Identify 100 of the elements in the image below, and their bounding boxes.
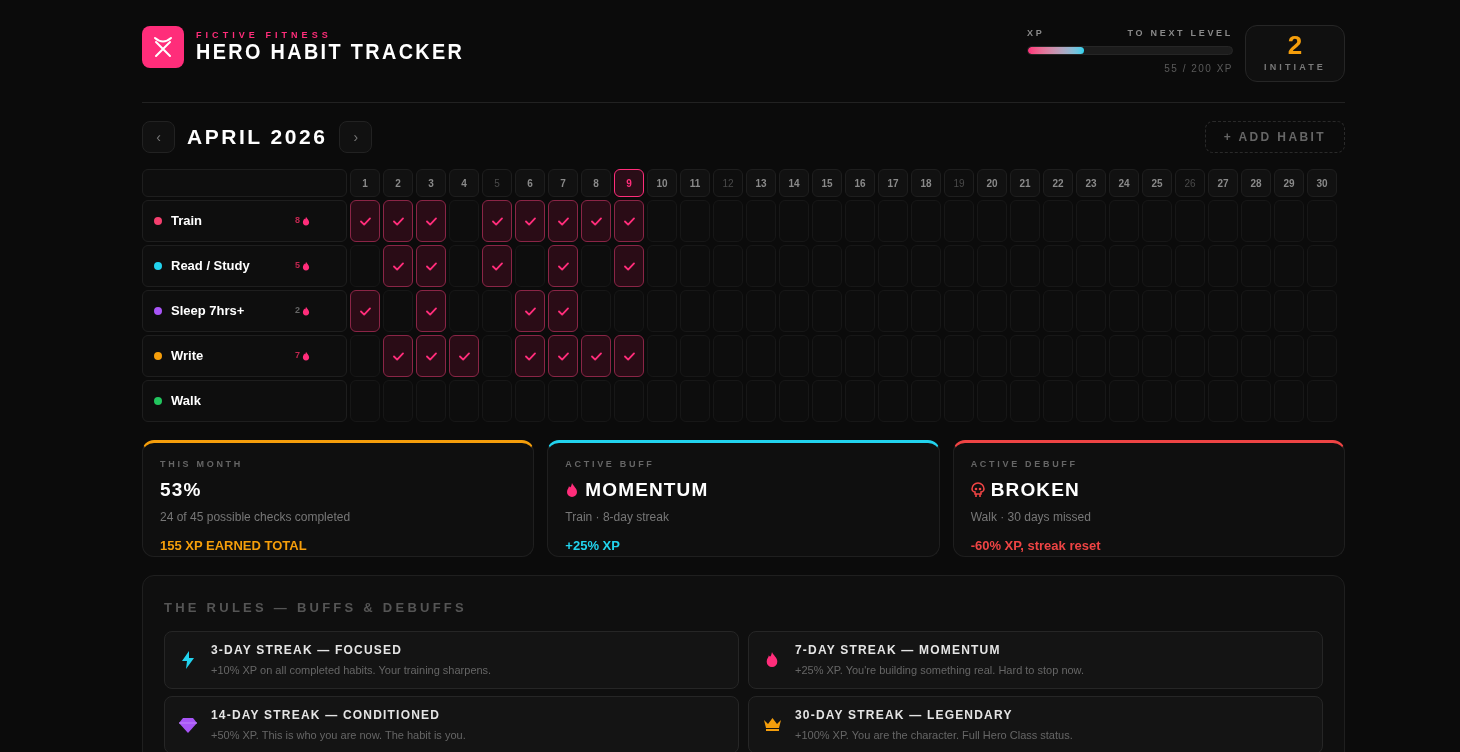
- check-icon: [359, 216, 371, 226]
- checked-day-cell[interactable]: [383, 335, 413, 377]
- check-icon: [392, 351, 404, 361]
- day-header: 9: [614, 169, 644, 197]
- check-icon: [392, 261, 404, 271]
- card-title: 53%: [160, 477, 202, 502]
- day-header: 29: [1274, 169, 1304, 197]
- day-header: 19: [944, 169, 974, 197]
- check-icon: [590, 351, 602, 361]
- rank-title: INITIATE: [1264, 61, 1326, 75]
- check-icon: [491, 261, 503, 271]
- checked-day-cell[interactable]: [515, 290, 545, 332]
- flame-icon: [302, 216, 310, 226]
- day-header: 13: [746, 169, 776, 197]
- checked-day-cell[interactable]: [350, 200, 380, 242]
- day-header: 8: [581, 169, 611, 197]
- check-icon: [359, 306, 371, 316]
- rule-title: 7-DAY STREAK — MOMENTUM: [795, 641, 1002, 659]
- checked-day-cell[interactable]: [350, 290, 380, 332]
- day-header: 12: [713, 169, 743, 197]
- day-header: 11: [680, 169, 710, 197]
- checked-day-cell[interactable]: [548, 200, 578, 242]
- checked-day-cell[interactable]: [581, 200, 611, 242]
- checked-day-cell[interactable]: [416, 245, 446, 287]
- check-icon: [557, 351, 569, 361]
- rank-level: 2: [1287, 32, 1303, 59]
- check-icon: [524, 306, 536, 316]
- rule-title: 3-DAY STREAK — FOCUSED: [211, 641, 404, 659]
- checked-day-cell[interactable]: [515, 200, 545, 242]
- checked-day-cell[interactable]: [614, 200, 644, 242]
- check-icon: [557, 306, 569, 316]
- day-header: 17: [878, 169, 908, 197]
- check-icon: [623, 216, 635, 226]
- rule-description: +25% XP. You're building something real. Hard to stop now.: [795, 662, 1084, 678]
- day-header: 16: [845, 169, 875, 197]
- checked-day-cell[interactable]: [383, 245, 413, 287]
- card-detail: Walk · 30 days missed: [970, 509, 1092, 526]
- gem-icon: [179, 716, 197, 733]
- checked-day-cell[interactable]: [383, 200, 413, 242]
- check-icon: [425, 306, 437, 316]
- logo-icon: [142, 26, 184, 68]
- checked-day-cell[interactable]: [416, 335, 446, 377]
- day-header: 24: [1109, 169, 1139, 197]
- flame-icon: [765, 651, 779, 668]
- checked-day-cell[interactable]: [614, 335, 644, 377]
- card-effect: +25% XP: [565, 537, 621, 555]
- card-label: THIS MONTH: [160, 458, 244, 471]
- flame-icon: [302, 261, 310, 271]
- day-header: 3: [416, 169, 446, 197]
- check-icon: [623, 261, 635, 271]
- card-label: ACTIVE BUFF: [565, 458, 656, 471]
- xp-reading: 55 / 200 XP: [1164, 61, 1233, 76]
- day-header: 30: [1307, 169, 1337, 197]
- card-detail: 24 of 45 possible checks completed: [160, 509, 352, 526]
- add-habit-button[interactable]: + ADD HABIT: [1204, 121, 1345, 153]
- habit-name: Walk: [171, 392, 202, 411]
- rule-description: +10% XP on all completed habits. Your training sharpens.: [211, 662, 492, 678]
- rule-title: 30-DAY STREAK — LEGENDARY: [795, 706, 1014, 724]
- checked-day-cell[interactable]: [515, 335, 545, 377]
- check-icon: [557, 216, 569, 226]
- card-title: MOMENTUM: [585, 477, 709, 502]
- card-detail: Train · 8-day streak: [565, 509, 670, 526]
- checked-day-cell[interactable]: [581, 335, 611, 377]
- month-title: APRIL 2026: [187, 124, 328, 151]
- card-title: BROKEN: [990, 477, 1080, 502]
- streak-count: 8: [295, 214, 300, 228]
- lightning-icon: [181, 650, 195, 669]
- check-icon: [425, 216, 437, 226]
- day-header: 4: [449, 169, 479, 197]
- flame-icon: [302, 351, 310, 361]
- check-icon: [458, 351, 470, 361]
- checked-day-cell[interactable]: [416, 200, 446, 242]
- check-icon: [491, 216, 503, 226]
- day-header: 23: [1076, 169, 1106, 197]
- previous-month-button[interactable]: ‹: [142, 121, 175, 153]
- check-icon: [425, 261, 437, 271]
- flame-icon: [565, 481, 580, 498]
- brand-tagline: FICTIVE FITNESS: [196, 30, 333, 40]
- day-header: 15: [812, 169, 842, 197]
- day-header: 21: [1010, 169, 1040, 197]
- checked-day-cell[interactable]: [482, 200, 512, 242]
- rule-description: +50% XP. This is who you are now. The habit is you.: [211, 727, 466, 743]
- day-header: 7: [548, 169, 578, 197]
- day-header: 26: [1175, 169, 1205, 197]
- checked-day-cell[interactable]: [449, 335, 479, 377]
- checked-day-cell[interactable]: [548, 245, 578, 287]
- checked-day-cell[interactable]: [548, 290, 578, 332]
- check-icon: [623, 351, 635, 361]
- day-header: 1: [350, 169, 380, 197]
- day-header: 2: [383, 169, 413, 197]
- habit-name: Write: [171, 347, 205, 366]
- day-header: 18: [911, 169, 941, 197]
- checked-day-cell[interactable]: [614, 245, 644, 287]
- rule-title: 14-DAY STREAK — CONDITIONED: [211, 706, 442, 724]
- checked-day-cell[interactable]: [482, 245, 512, 287]
- skull-icon: [970, 481, 985, 498]
- next-month-button[interactable]: ›: [339, 121, 373, 153]
- checked-day-cell[interactable]: [548, 335, 578, 377]
- card-effect: 155 XP EARNED TOTAL: [160, 537, 308, 555]
- checked-day-cell[interactable]: [416, 290, 446, 332]
